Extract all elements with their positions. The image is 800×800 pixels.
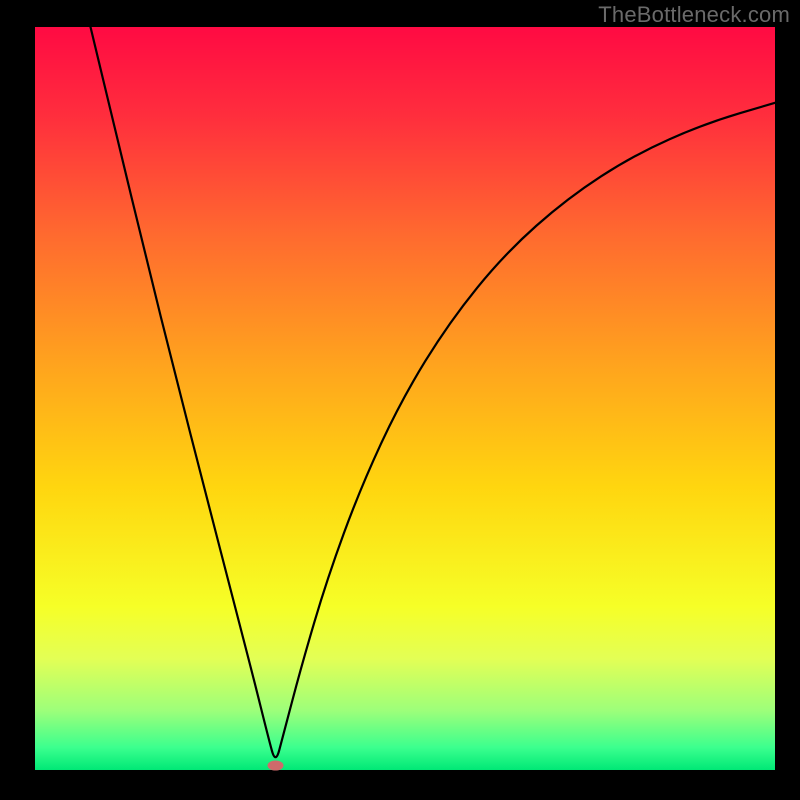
plot-background — [35, 27, 775, 770]
chart-container: TheBottleneck.com — [0, 0, 800, 800]
minimum-marker — [268, 761, 284, 771]
watermark-text: TheBottleneck.com — [598, 2, 790, 28]
bottleneck-chart — [0, 0, 800, 800]
